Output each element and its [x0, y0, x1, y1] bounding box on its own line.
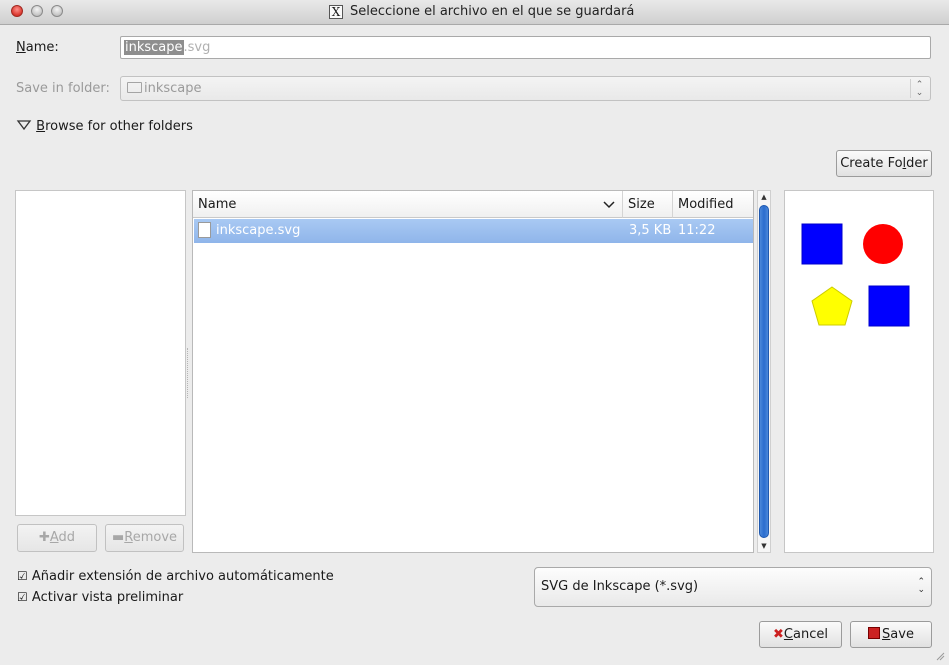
remove-label-mnemonic: R	[124, 530, 133, 545]
save-in-folder-label: Save in folder:	[16, 81, 110, 96]
file-type-value: SVG de Inkscape (*.svg)	[541, 579, 699, 594]
preview-red-circle	[863, 224, 903, 264]
resize-grip-icon[interactable]	[935, 650, 945, 661]
file-name: inkscape.svg	[216, 223, 301, 238]
save-button[interactable]: Save	[850, 621, 932, 648]
file-row-selected[interactable]: inkscape.svg 3,5 KB 11:22	[194, 219, 753, 243]
file-icon	[198, 222, 211, 238]
column-name-label: Name	[198, 197, 237, 212]
name-label-rest: ame:	[25, 40, 59, 55]
browse-expander[interactable]: Browse for other folders	[16, 118, 193, 134]
add-label-rest: dd	[58, 530, 76, 545]
file-list[interactable]: Name Size Modified inkscape.svg 3,5 KB 1…	[192, 190, 754, 553]
file-size: 3,5 KB	[629, 223, 672, 238]
combo-arrows-icon: ⌃ ⌄	[917, 577, 925, 595]
column-modified-label: Modified	[678, 197, 734, 212]
preview-image	[801, 223, 910, 327]
cancel-label-mnemonic: C	[783, 627, 793, 642]
scrollbar-thumb[interactable]	[759, 205, 769, 538]
scroll-down-arrow-icon[interactable]: ▼	[759, 541, 769, 551]
close-window-button[interactable]	[11, 5, 23, 17]
minus-icon: ▬	[111, 530, 125, 545]
zoom-window-button[interactable]	[51, 5, 63, 17]
x11-app-icon: X	[329, 5, 343, 19]
auto-extension-label: Añadir extensión de archivo automáticame…	[31, 569, 334, 584]
browse-label-mnemonic: B	[36, 119, 46, 134]
scroll-up-arrow-icon[interactable]: ▲	[759, 192, 769, 202]
preview-blue-square-bottom	[868, 285, 910, 327]
filename-extension-text: .svg	[183, 40, 211, 55]
column-header-size[interactable]: Size	[623, 191, 673, 218]
column-header-name[interactable]: Name	[193, 191, 623, 218]
combo-arrows-icon: ⌃ ⌄	[910, 79, 928, 98]
cancel-label-rest: ancel	[793, 627, 828, 642]
preview-yellow-pentagon	[811, 286, 853, 326]
auto-extension-checkbox[interactable]: ☑	[17, 569, 28, 583]
file-list-scrollbar[interactable]: ▲ ▼	[757, 190, 771, 553]
save-in-folder-value: inkscape	[144, 81, 202, 96]
name-label-mnemonic: N	[16, 40, 26, 55]
create-folder-label-a: Create Fo	[840, 156, 903, 171]
cancel-icon: ✖	[773, 627, 784, 642]
browse-label-rest: rowse for other folders	[45, 119, 193, 134]
save-in-folder-combo[interactable]: inkscape ⌃ ⌄	[120, 76, 931, 101]
preview-checkbox[interactable]: ☑	[17, 590, 28, 604]
pane-resize-handle[interactable]	[187, 348, 191, 398]
preview-label: Activar vista preliminar	[31, 590, 184, 605]
save-label-rest: ave	[890, 627, 914, 642]
sort-descending-icon	[603, 201, 615, 209]
name-label: Name:	[16, 40, 59, 55]
preview-option[interactable]: ☑ Activar vista preliminar	[17, 590, 183, 605]
create-folder-button[interactable]: Create Folder	[836, 150, 932, 177]
auto-extension-option[interactable]: ☑ Añadir extensión de archivo automática…	[17, 569, 334, 584]
column-header-modified[interactable]: Modified	[673, 191, 753, 218]
filename-selected-text: inkscape	[124, 40, 184, 55]
save-disk-icon	[868, 627, 881, 639]
remove-bookmark-button[interactable]: ▬Remove	[105, 524, 184, 552]
places-sidebar[interactable]	[15, 190, 186, 516]
preview-blue-square-top	[801, 223, 843, 265]
plus-icon: ✚	[38, 530, 50, 545]
add-label-mnemonic: A	[49, 530, 59, 545]
file-modified: 11:22	[678, 223, 716, 238]
add-bookmark-button[interactable]: ✚Add	[17, 524, 97, 552]
create-folder-label-b: der	[906, 156, 928, 171]
expander-triangle-icon	[16, 120, 32, 131]
file-type-combo[interactable]: SVG de Inkscape (*.svg) ⌃ ⌄	[534, 567, 932, 607]
filename-input[interactable]: inkscape.svg	[120, 36, 931, 59]
remove-label-rest: emove	[132, 530, 178, 545]
title-bar: X Seleccione el archivo en el que se gua…	[0, 0, 949, 25]
column-size-label: Size	[628, 197, 655, 212]
cancel-button[interactable]: ✖Cancel	[759, 621, 842, 648]
folder-icon	[127, 82, 142, 93]
preview-pane	[784, 190, 934, 553]
minimize-window-button[interactable]	[31, 5, 43, 17]
window-title: Seleccione el archivo en el que se guard…	[350, 4, 635, 19]
